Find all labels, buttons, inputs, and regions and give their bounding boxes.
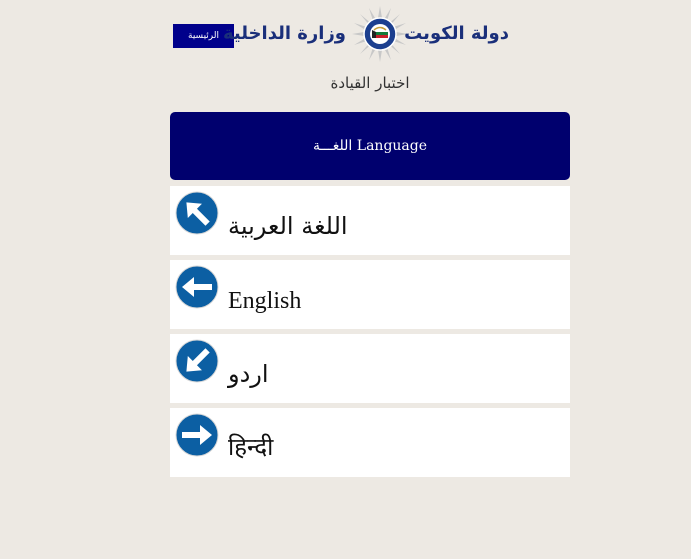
language-option-label: English [228, 288, 302, 314]
language-option-label: اردو [228, 360, 269, 388]
language-option-label: हिन्दी [228, 433, 274, 461]
kuwait-police-emblem-icon [352, 6, 408, 62]
arrow-right-icon [175, 413, 219, 457]
arrow-up-left-icon [175, 191, 219, 235]
language-option-english[interactable]: English [170, 260, 570, 329]
language-option-arabic[interactable]: اللغة العربية [170, 186, 570, 255]
header: الرئيسية وزارة الداخلية دولة الكويت [170, 0, 570, 70]
language-banner-label: اللغـــة Language [312, 138, 428, 154]
language-option-hindi[interactable]: हिन्दी [170, 408, 570, 477]
ministry-title: وزارة الداخلية [222, 23, 346, 44]
page: الرئيسية وزارة الداخلية دولة الكويت اختب… [0, 0, 691, 559]
arrow-down-left-icon [175, 339, 219, 383]
language-option-urdu[interactable]: اردو [170, 334, 570, 403]
language-banner: اللغـــة Language [170, 112, 570, 180]
arrow-left-icon [175, 265, 219, 309]
page-subtitle: اختبار القيادة [330, 74, 410, 92]
state-title: دولة الكويت [404, 23, 509, 44]
language-option-label: اللغة العربية [228, 212, 348, 240]
